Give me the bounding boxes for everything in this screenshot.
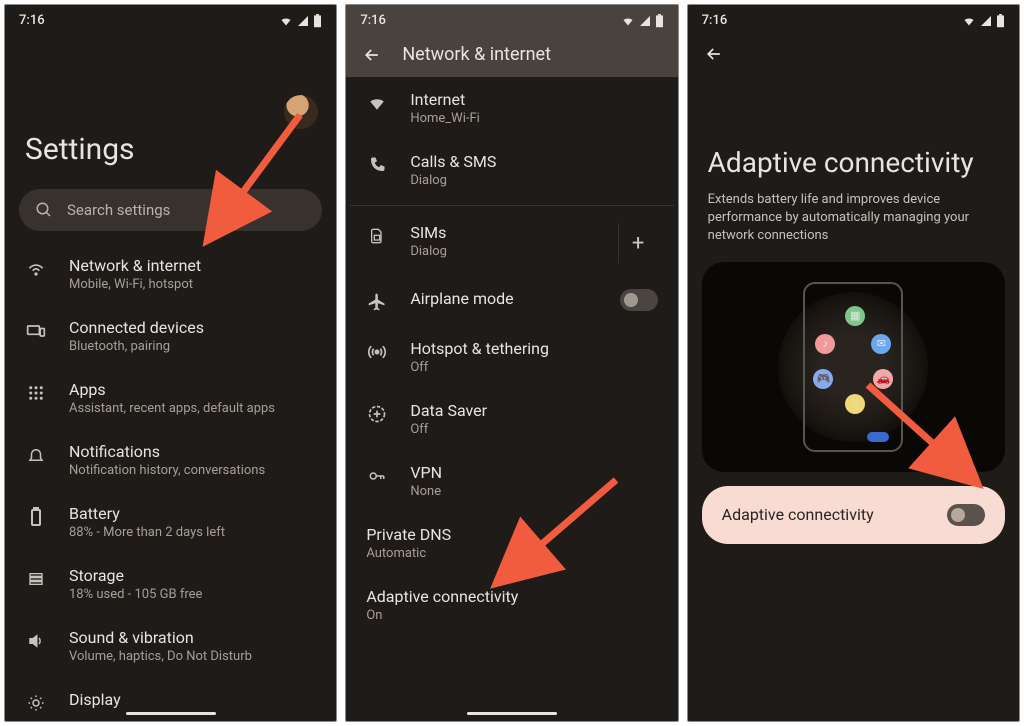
adaptive-connectivity-toggle-row[interactable]: Adaptive connectivity bbox=[702, 486, 1005, 544]
item-battery[interactable]: Battery88% - More than 2 days left bbox=[9, 491, 332, 553]
apps-icon bbox=[25, 382, 47, 404]
item-internet[interactable]: InternetHome_Wi-Fi bbox=[350, 77, 673, 139]
battery-icon bbox=[313, 14, 322, 28]
item-connected-devices[interactable]: Connected devicesBluetooth, pairing bbox=[9, 305, 332, 367]
status-icons bbox=[621, 14, 664, 28]
item-calls-sms[interactable]: Calls & SMSDialog bbox=[350, 139, 673, 201]
settings-list: Network & internetMobile, Wi-Fi, hotspot… bbox=[5, 243, 336, 722]
adaptive-connectivity-toggle[interactable] bbox=[947, 504, 985, 526]
wifi-icon bbox=[279, 15, 293, 27]
item-network-internet[interactable]: Network & internetMobile, Wi-Fi, hotspot bbox=[9, 243, 332, 305]
back-icon[interactable] bbox=[362, 45, 382, 65]
status-bar: 7:16 bbox=[688, 5, 1019, 32]
illus-icon: ▦ bbox=[845, 306, 865, 326]
wifi-icon bbox=[25, 258, 47, 280]
hotspot-icon bbox=[366, 341, 388, 363]
search-input[interactable]: Search settings bbox=[19, 189, 322, 231]
status-icons bbox=[962, 14, 1005, 28]
status-icons bbox=[279, 14, 322, 28]
wifi-icon bbox=[366, 92, 388, 114]
status-bar: 7:16 bbox=[346, 5, 677, 32]
status-time: 7:16 bbox=[19, 13, 45, 28]
search-placeholder: Search settings bbox=[67, 201, 170, 219]
battery-icon bbox=[655, 14, 664, 28]
app-bar bbox=[688, 32, 1019, 76]
status-time: 7:16 bbox=[360, 13, 386, 28]
status-bar: 7:16 bbox=[5, 5, 336, 32]
item-airplane-mode[interactable]: Airplane mode bbox=[350, 276, 673, 326]
airplane-toggle[interactable] bbox=[620, 289, 658, 311]
screen-settings: 7:16 Settings Search settings Network & … bbox=[4, 4, 337, 722]
illus-icon: 🎮 bbox=[813, 369, 833, 389]
illus-icon: ✉ bbox=[871, 334, 891, 354]
storage-icon bbox=[25, 568, 47, 590]
volume-icon bbox=[25, 630, 47, 652]
vpn-icon bbox=[366, 465, 388, 487]
item-apps[interactable]: AppsAssistant, recent apps, default apps bbox=[9, 367, 332, 429]
item-sims[interactable]: SIMsDialog + bbox=[350, 210, 673, 276]
nav-bar[interactable] bbox=[467, 712, 557, 715]
add-sim-button[interactable]: + bbox=[618, 223, 658, 263]
airplane-icon bbox=[366, 291, 388, 313]
item-display[interactable]: Display bbox=[9, 677, 332, 722]
wifi-icon bbox=[621, 15, 635, 27]
display-icon bbox=[25, 692, 47, 714]
page-title: Adaptive connectivity bbox=[688, 76, 1019, 191]
app-bar: Network & internet bbox=[346, 32, 677, 77]
item-storage[interactable]: Storage18% used - 105 GB free bbox=[9, 553, 332, 615]
data-saver-icon bbox=[366, 403, 388, 425]
search-icon bbox=[35, 201, 53, 219]
nav-bar[interactable] bbox=[126, 712, 216, 715]
screen-network-internet: 7:16 Network & internet InternetHome_Wi-… bbox=[345, 4, 678, 722]
devices-icon bbox=[25, 320, 47, 342]
phone-icon bbox=[366, 154, 388, 176]
back-icon[interactable] bbox=[704, 44, 724, 64]
signal-icon bbox=[980, 15, 992, 27]
bell-icon bbox=[25, 444, 47, 466]
battery-icon bbox=[996, 14, 1005, 28]
illustration: ▦ ♪ ✉ 🎮 🚗 ⌂ bbox=[702, 262, 1005, 472]
status-time: 7:16 bbox=[702, 13, 728, 28]
item-sound-vibration[interactable]: Sound & vibrationVolume, haptics, Do Not… bbox=[9, 615, 332, 677]
sim-icon bbox=[366, 225, 388, 247]
battery-icon bbox=[25, 506, 47, 528]
item-notifications[interactable]: NotificationsNotification history, conve… bbox=[9, 429, 332, 491]
screen-adaptive-connectivity: 7:16 Adaptive connectivity Extends batte… bbox=[687, 4, 1020, 722]
network-list: InternetHome_Wi-Fi Calls & SMSDialog SIM… bbox=[346, 77, 677, 636]
item-data-saver[interactable]: Data SaverOff bbox=[350, 388, 673, 450]
item-vpn[interactable]: VPNNone bbox=[350, 450, 673, 512]
item-adaptive-connectivity[interactable]: Adaptive connectivityOn bbox=[350, 574, 673, 636]
item-hotspot-tethering[interactable]: Hotspot & tetheringOff bbox=[350, 326, 673, 388]
illus-icon: 🚗 bbox=[873, 369, 893, 389]
divider bbox=[350, 205, 673, 206]
item-private-dns[interactable]: Private DNSAutomatic bbox=[350, 512, 673, 574]
signal-icon bbox=[297, 15, 309, 27]
page-description: Extends battery life and improves device… bbox=[688, 191, 1019, 262]
wifi-icon bbox=[962, 15, 976, 27]
toggle-label: Adaptive connectivity bbox=[722, 505, 874, 524]
illus-toggle bbox=[867, 432, 889, 442]
illus-icon: ⌂ bbox=[845, 394, 865, 414]
signal-icon bbox=[639, 15, 651, 27]
illus-icon: ♪ bbox=[815, 334, 835, 354]
app-bar-title: Network & internet bbox=[402, 44, 551, 65]
